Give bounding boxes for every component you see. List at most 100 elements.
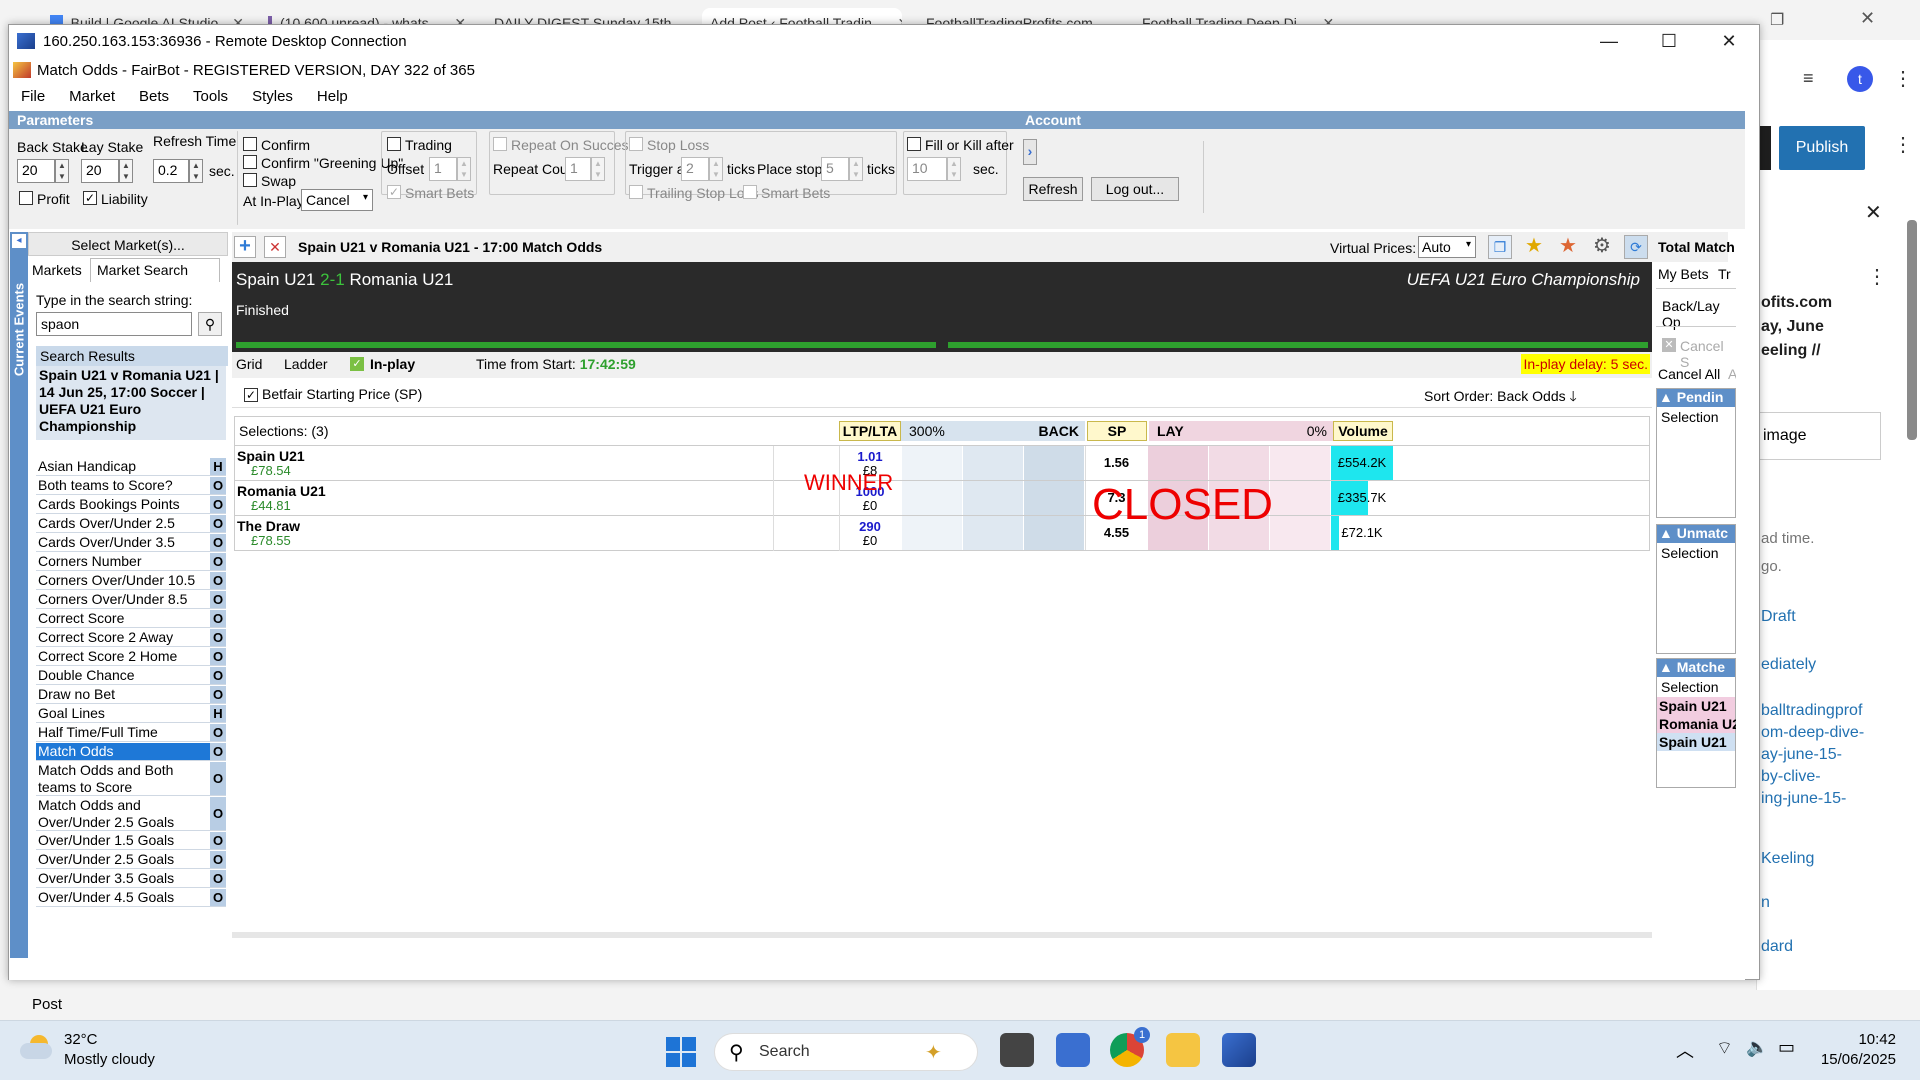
offset-input[interactable]: 1 — [429, 157, 457, 181]
list-icon[interactable]: ≡ — [1803, 68, 1814, 89]
battery-icon[interactable]: ▭ — [1778, 1037, 1795, 1058]
market-row[interactable]: Corners Over/Under 8.5 O — [36, 591, 226, 609]
close-icon[interactable]: ✕ — [1865, 200, 1882, 225]
restore-icon[interactable]: ❐ — [1770, 10, 1784, 30]
clock-time[interactable]: 10:42 — [1836, 1031, 1896, 1048]
menu-styles[interactable]: Styles — [240, 88, 305, 105]
tab-trades[interactable]: Tr — [1718, 266, 1731, 282]
refresh-button[interactable]: Refresh — [1023, 177, 1083, 201]
back-stake-spinner[interactable]: ▲ ▼ — [55, 159, 69, 183]
market-row[interactable]: Corners Number O — [36, 553, 226, 571]
market-row[interactable]: Correct Score O — [36, 610, 226, 628]
fill-kill-spinner[interactable]: ▲ ▼ — [947, 157, 961, 181]
template-link[interactable]: dard — [1761, 938, 1793, 956]
window-icon[interactable]: ❐ — [1488, 235, 1512, 259]
repeat-count-spinner[interactable]: ▲ ▼ — [591, 157, 605, 181]
selection-row[interactable]: The Draw £78.55 290 £0 4.55 £72.1K — [234, 516, 1650, 551]
maximize-button[interactable]: ☐ — [1639, 25, 1699, 57]
url-link[interactable]: by-clive- — [1761, 768, 1821, 786]
expand-button[interactable]: › — [1023, 139, 1037, 165]
event-title[interactable]: Spain U21 v Romania U21 | 14 Jun 25, 17:… — [36, 366, 226, 440]
place-stop-input[interactable]: 5 — [821, 157, 849, 181]
offset-spinner[interactable]: ▲ ▼ — [457, 157, 471, 181]
add-icon[interactable]: + — [234, 236, 256, 258]
lay-price-cell[interactable] — [1269, 481, 1330, 515]
task-view-icon[interactable] — [1000, 1033, 1034, 1067]
post-breadcrumb[interactable]: Post — [32, 996, 62, 1013]
back-price-cell[interactable] — [901, 516, 962, 550]
lay-stake-spinner[interactable]: ▲ ▼ — [119, 159, 133, 183]
file-explorer-icon[interactable] — [1166, 1033, 1200, 1067]
tab-markets[interactable]: Markets — [32, 262, 82, 278]
col-back-header[interactable]: 300% BACK — [901, 421, 1085, 441]
market-row[interactable]: Over/Under 4.5 Goals O — [36, 889, 226, 907]
market-row[interactable]: Match Odds and Both teams to Score O — [36, 762, 226, 796]
start-icon[interactable] — [666, 1037, 696, 1067]
lay-price-cell[interactable] — [1269, 516, 1330, 550]
market-row[interactable]: Corners Over/Under 10.5 O — [36, 572, 226, 590]
url-link[interactable]: ing-june-15- — [1761, 790, 1846, 808]
favourite-icon[interactable]: ★ — [1556, 235, 1580, 259]
logout-button[interactable]: Log out... — [1091, 177, 1179, 201]
bsp-checkbox[interactable]: ✓ — [244, 386, 258, 402]
tab-ladder[interactable]: Ladder — [284, 356, 328, 372]
market-row[interactable]: Cards Over/Under 3.5 O — [36, 534, 226, 552]
url-link[interactable]: ay-june-15- — [1761, 746, 1842, 764]
trigger-spinner[interactable]: ▲ ▼ — [709, 157, 723, 181]
cancel-all-button[interactable]: Cancel All — [1658, 366, 1720, 382]
repeat-count-input[interactable]: 1 — [565, 157, 591, 181]
url-link[interactable]: balltradingprof — [1761, 702, 1862, 720]
back-price-cell[interactable] — [1023, 446, 1084, 480]
author-link[interactable]: Keeling — [1761, 850, 1814, 868]
url-link[interactable]: om-deep-dive- — [1761, 724, 1864, 742]
more-icon[interactable]: ⋮ — [1893, 66, 1913, 91]
market-row[interactable]: Over/Under 1.5 Goals O — [36, 832, 226, 850]
status-link[interactable]: Draft — [1761, 608, 1796, 626]
refresh-time-input[interactable]: 0.2 — [153, 159, 189, 183]
refresh-icon[interactable]: ⟳ — [1624, 235, 1648, 259]
place-stop-spinner[interactable]: ▲ ▼ — [849, 157, 863, 181]
col-volume-header[interactable]: Volume — [1333, 421, 1393, 441]
market-row[interactable]: Asian Handicap H — [36, 458, 226, 476]
profit-checkbox[interactable] — [19, 191, 33, 205]
chevron-up-icon[interactable]: ︿ — [1676, 1037, 1694, 1063]
col-sp-header[interactable]: SP — [1087, 421, 1147, 441]
close-window-icon[interactable]: ✕ — [1860, 8, 1875, 29]
app-icon[interactable] — [1056, 1033, 1090, 1067]
menu-file[interactable]: File — [9, 88, 57, 105]
confirm-checkbox[interactable] — [243, 137, 257, 151]
minimize-button[interactable]: — — [1579, 25, 1639, 57]
more-icon[interactable]: ⋮ — [1867, 264, 1887, 289]
matched-row[interactable]: Spain U21 — [1657, 697, 1735, 715]
market-row[interactable]: Double Chance O — [36, 667, 226, 685]
back-price-cell[interactable] — [962, 516, 1023, 550]
lay-price-cell[interactable] — [1147, 446, 1208, 480]
back-price-cell[interactable] — [962, 481, 1023, 515]
menu-bets[interactable]: Bets — [127, 88, 181, 105]
more-button[interactable]: A — [1728, 366, 1736, 382]
image-button[interactable]: image — [1757, 412, 1881, 460]
horizontal-scrollbar[interactable] — [232, 932, 1652, 938]
close-button[interactable]: ✕ — [1699, 25, 1759, 57]
market-row[interactable]: Cards Over/Under 2.5 O — [36, 515, 226, 533]
smart-bets-checkbox[interactable]: ✓ — [387, 185, 401, 199]
back-price-cell[interactable] — [901, 446, 962, 480]
menu-market[interactable]: Market — [57, 88, 127, 105]
menu-tools[interactable]: Tools — [181, 88, 240, 105]
chrome-icon[interactable]: 1 — [1110, 1027, 1150, 1067]
back-stake-input[interactable]: 20 — [17, 159, 55, 183]
stop-loss-checkbox[interactable] — [629, 137, 643, 151]
market-row[interactable]: Over/Under 3.5 Goals O — [36, 870, 226, 888]
tab-my-bets[interactable]: My Bets — [1658, 266, 1709, 282]
star-icon[interactable]: ★ — [1522, 235, 1546, 259]
market-row[interactable]: Draw no Bet O — [36, 686, 226, 704]
back-price-cell[interactable] — [1023, 516, 1084, 550]
sort-order[interactable]: Sort Order: Back Odds 🡓 — [1424, 386, 1577, 410]
repeat-success-checkbox[interactable] — [493, 137, 507, 151]
volume-icon[interactable]: 🔈 — [1746, 1037, 1768, 1058]
lay-price-cell[interactable] — [1269, 446, 1330, 480]
scrollbar-thumb[interactable] — [1907, 220, 1917, 440]
virtual-prices-select[interactable]: Auto ▾ — [1418, 236, 1476, 258]
clock-date[interactable]: 15/06/2025 — [1806, 1051, 1896, 1068]
search-icon[interactable]: ⚲ — [198, 312, 222, 336]
